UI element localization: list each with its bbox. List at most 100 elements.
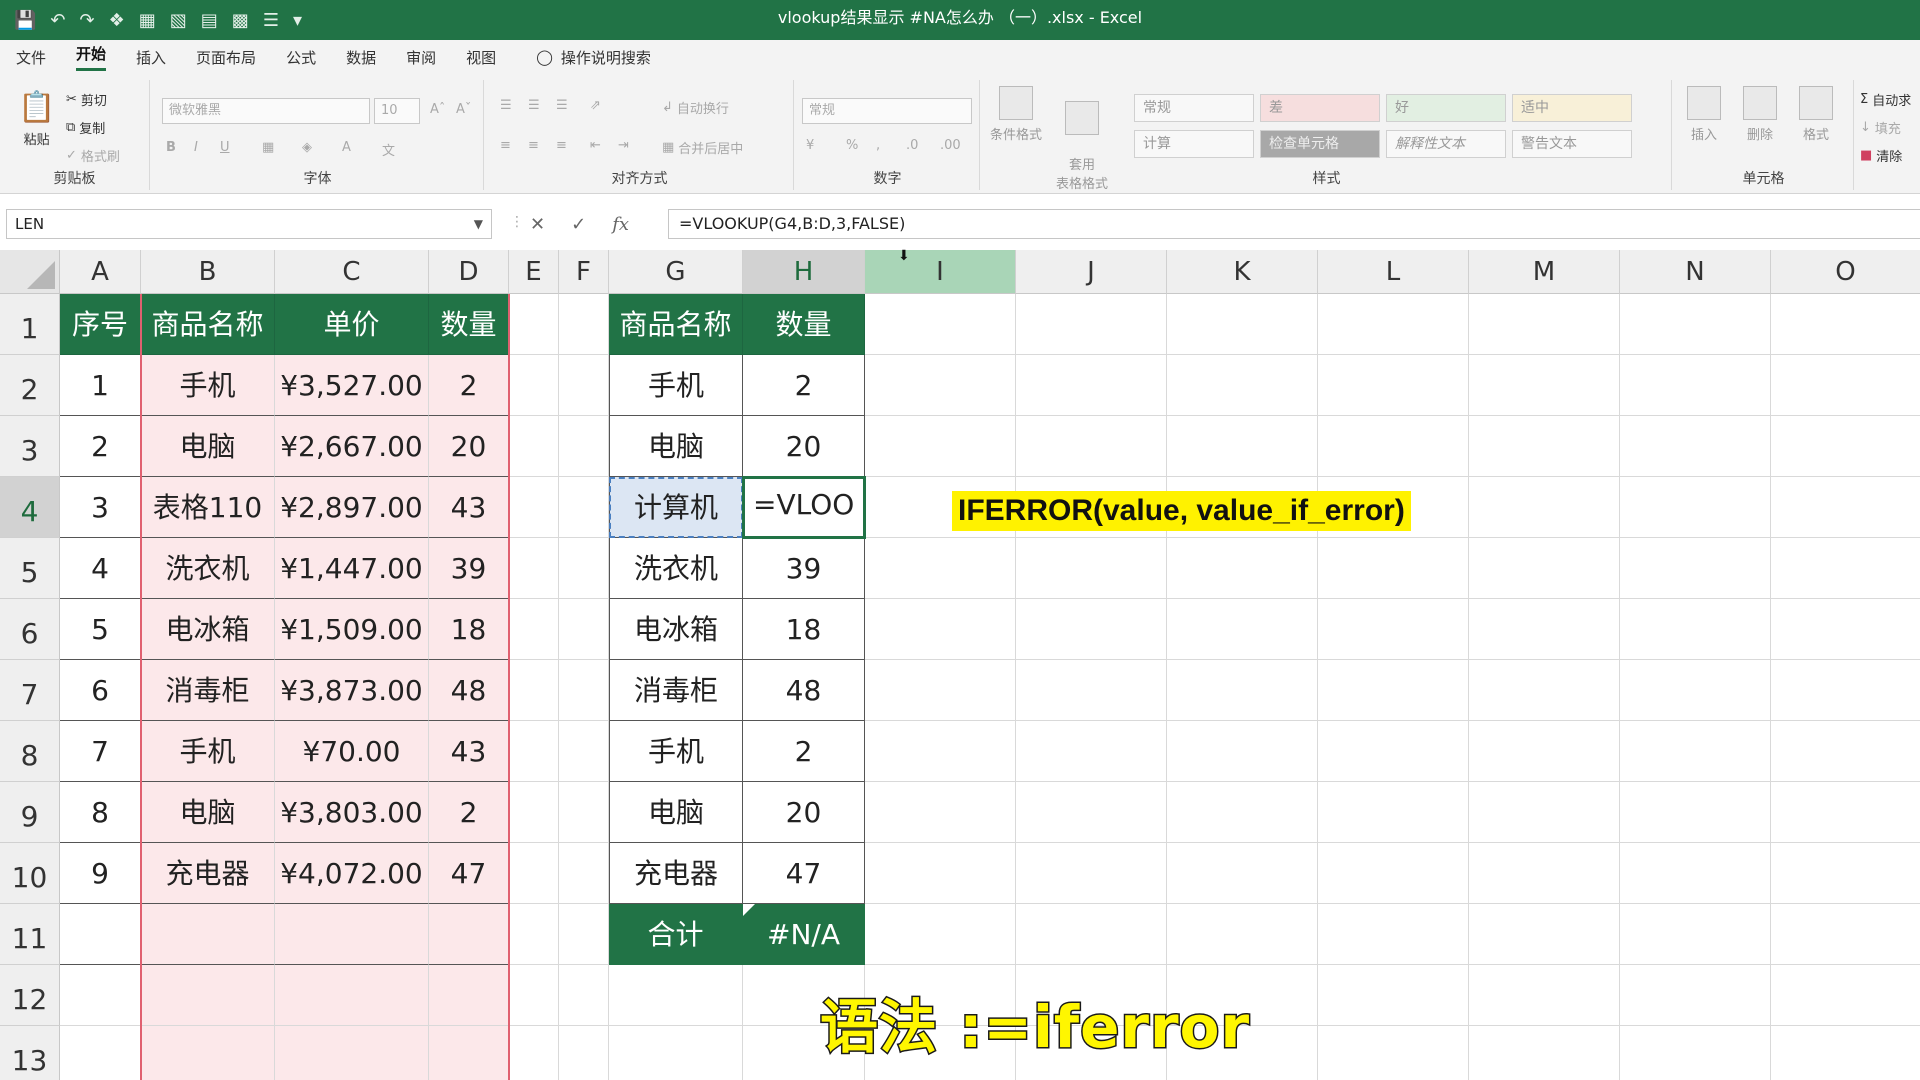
align-bottom-icon[interactable]: ☰ <box>556 98 568 113</box>
table1-cell[interactable]: ¥3,873.00 <box>275 660 429 721</box>
cell-n10[interactable] <box>1620 843 1771 904</box>
comma-icon[interactable]: , <box>876 138 880 153</box>
cell-h4-editing[interactable]: =VLOO <box>743 477 865 538</box>
row-header-13[interactable]: 13 <box>0 1026 60 1080</box>
cell-m8[interactable] <box>1469 721 1620 782</box>
tab-data[interactable]: 数据 <box>346 47 376 68</box>
table1-cell[interactable]: 5 <box>60 599 141 660</box>
chevron-down-icon[interactable]: ▼ <box>474 210 483 238</box>
style-normal[interactable]: 常规 <box>1134 94 1254 122</box>
accounting-icon[interactable]: ¥ <box>806 138 814 153</box>
table1-cell[interactable]: 8 <box>60 782 141 843</box>
cell-f10[interactable] <box>559 843 609 904</box>
table1-cell[interactable]: 43 <box>429 721 509 782</box>
tab-home[interactable]: 开始 <box>76 43 107 71</box>
table1-empty-cell[interactable] <box>60 904 141 965</box>
column-header-h[interactable]: H <box>743 250 865 294</box>
tab-insert[interactable]: 插入 <box>136 47 166 68</box>
table2-cell[interactable]: 2 <box>743 355 865 416</box>
cell-o4[interactable] <box>1771 477 1920 538</box>
style-warning[interactable]: 警告文本 <box>1512 130 1632 158</box>
format-painter-button[interactable]: ✓ 格式刷 <box>66 146 120 165</box>
cell-n9[interactable] <box>1620 782 1771 843</box>
cell-i9[interactable] <box>865 782 1016 843</box>
cell-l1[interactable] <box>1318 294 1469 355</box>
cell-n8[interactable] <box>1620 721 1771 782</box>
cell-m5[interactable] <box>1469 538 1620 599</box>
table1-cell[interactable]: 1 <box>60 355 141 416</box>
table2-cell[interactable]: 洗衣机 <box>609 538 743 599</box>
align-middle-icon[interactable]: ☰ <box>528 98 540 113</box>
row-header-5[interactable]: 5 <box>0 538 60 599</box>
cell-o8[interactable] <box>1771 721 1920 782</box>
align-center-icon[interactable]: ≡ <box>528 138 539 153</box>
cell-n4[interactable] <box>1620 477 1771 538</box>
cell-e12[interactable] <box>509 965 559 1026</box>
shrink-font-icon[interactable]: Aˇ <box>456 102 471 117</box>
cell-j2[interactable] <box>1016 355 1167 416</box>
cell-l10[interactable] <box>1318 843 1469 904</box>
table1-cell[interactable]: 电脑 <box>141 782 275 843</box>
font-size-select[interactable]: 10 <box>374 98 420 124</box>
row-header-6[interactable]: 6 <box>0 599 60 660</box>
table1-header-cell[interactable]: 数量 <box>429 294 509 355</box>
table1-cell[interactable]: 4 <box>60 538 141 599</box>
column-header-a[interactable]: A <box>60 250 141 294</box>
cell-e10[interactable] <box>509 843 559 904</box>
select-all-button[interactable] <box>0 250 60 294</box>
paste-button[interactable]: 📋 粘贴 <box>18 90 55 148</box>
cell-k11[interactable] <box>1167 904 1318 965</box>
cell-k9[interactable] <box>1167 782 1318 843</box>
cell-j9[interactable] <box>1016 782 1167 843</box>
cell-m6[interactable] <box>1469 599 1620 660</box>
cell-b13[interactable] <box>141 1026 275 1080</box>
underline-icon[interactable]: U <box>220 140 230 155</box>
bold-icon[interactable]: B <box>166 140 176 155</box>
cell-d12[interactable] <box>429 965 509 1026</box>
cell-o13[interactable] <box>1771 1026 1920 1080</box>
cell-n2[interactable] <box>1620 355 1771 416</box>
cell-e8[interactable] <box>509 721 559 782</box>
cell-b12[interactable] <box>141 965 275 1026</box>
cell-l7[interactable] <box>1318 660 1469 721</box>
column-header-o[interactable]: O <box>1771 250 1920 294</box>
table1-cell[interactable]: 表格110 <box>141 477 275 538</box>
align-right-icon[interactable]: ≡ <box>556 138 567 153</box>
orientation-icon[interactable]: ⇗ <box>590 98 601 113</box>
table1-cell[interactable]: 47 <box>429 843 509 904</box>
cell-a12[interactable] <box>60 965 141 1026</box>
cell-j6[interactable] <box>1016 599 1167 660</box>
cell-j5[interactable] <box>1016 538 1167 599</box>
table1-header-cell[interactable]: 单价 <box>275 294 429 355</box>
tab-formulas[interactable]: 公式 <box>286 47 316 68</box>
table2-cell[interactable]: 47 <box>743 843 865 904</box>
cut-button[interactable]: ✂ 剪切 <box>66 90 107 109</box>
number-format-select[interactable]: 常规 <box>802 98 972 124</box>
table1-cell[interactable]: 电脑 <box>141 416 275 477</box>
row-header-8[interactable]: 8 <box>0 721 60 782</box>
table1-cell[interactable]: ¥4,072.00 <box>275 843 429 904</box>
column-header-b[interactable]: B <box>141 250 275 294</box>
cell-i5[interactable] <box>865 538 1016 599</box>
cell-k3[interactable] <box>1167 416 1318 477</box>
cell-e9[interactable] <box>509 782 559 843</box>
cell-k1[interactable] <box>1167 294 1318 355</box>
percent-icon[interactable]: % <box>846 138 858 153</box>
table2-header-cell[interactable]: 商品名称 <box>609 294 743 355</box>
cell-e2[interactable] <box>509 355 559 416</box>
style-check-cell[interactable]: 检查单元格 <box>1260 130 1380 158</box>
total-label-cell[interactable]: 合计 <box>609 904 743 965</box>
cell-o10[interactable] <box>1771 843 1920 904</box>
table1-header-cell[interactable]: 商品名称 <box>141 294 275 355</box>
name-box[interactable]: LEN ▼ <box>6 209 492 239</box>
cell-c12[interactable] <box>275 965 429 1026</box>
column-header-d[interactable]: D <box>429 250 509 294</box>
cell-n7[interactable] <box>1620 660 1771 721</box>
table1-cell[interactable]: 43 <box>429 477 509 538</box>
cell-j8[interactable] <box>1016 721 1167 782</box>
align-top-icon[interactable]: ☰ <box>500 98 512 113</box>
cell-f3[interactable] <box>559 416 609 477</box>
table1-cell[interactable]: 洗衣机 <box>141 538 275 599</box>
table2-cell[interactable]: 充电器 <box>609 843 743 904</box>
cell-l5[interactable] <box>1318 538 1469 599</box>
